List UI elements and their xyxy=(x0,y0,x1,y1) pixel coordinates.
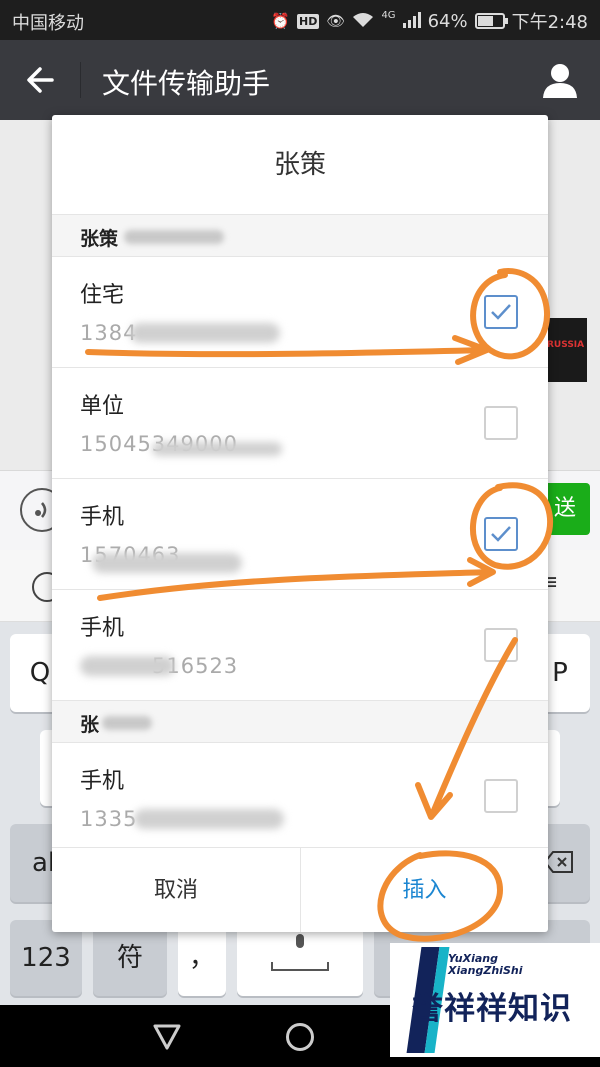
backspace-icon xyxy=(543,851,573,873)
logo-subtitle: YuXiang XiangZhiShi xyxy=(448,953,522,977)
phone-entry[interactable]: 手机 1570463 xyxy=(52,479,548,590)
nav-home-icon[interactable] xyxy=(286,1023,314,1051)
contact-name: 张策 xyxy=(80,228,119,250)
carrier-label: 中国移动 xyxy=(12,13,84,34)
phone-number: 1335 xyxy=(80,807,138,831)
entry-checkbox[interactable] xyxy=(484,628,518,662)
redacted-text xyxy=(152,442,282,456)
phone-type-label: 手机 xyxy=(80,616,125,641)
insert-contact-dialog: 张策 张策 住宅 1384 单位 15045349000 手机 1570463 … xyxy=(52,115,548,932)
signal-icon xyxy=(402,11,421,31)
clock: 下午2:48 xyxy=(511,12,588,33)
redacted-text xyxy=(124,230,224,244)
network-type-label: 4G xyxy=(381,10,396,21)
insert-button[interactable]: 插入 xyxy=(301,848,548,932)
eye-icon: 👁 xyxy=(326,11,346,30)
status-bar: 中国移动 ⏰ HD 👁 4G 64% 下午2:48 xyxy=(0,0,600,40)
cancel-button[interactable]: 取消 xyxy=(52,848,300,932)
contact-section-header: 张策 xyxy=(52,215,548,257)
phone-type-label: 手机 xyxy=(80,769,125,794)
phone-number: 1384 xyxy=(80,321,138,345)
alarm-icon: ⏰ xyxy=(271,11,291,30)
profile-icon[interactable] xyxy=(540,60,580,100)
phone-type-label: 手机 xyxy=(80,505,125,530)
redacted-text xyxy=(80,656,175,676)
phone-type-label: 住宅 xyxy=(80,283,125,308)
battery-level xyxy=(477,16,493,26)
checkmark-icon xyxy=(491,526,511,542)
space-mic-icon xyxy=(271,934,329,971)
phone-entry[interactable]: 单位 15045349000 xyxy=(52,368,548,479)
entry-checkbox[interactable] xyxy=(484,517,518,551)
contact-section-header: 张 xyxy=(52,701,548,743)
phone-type-label: 单位 xyxy=(80,394,125,419)
entry-checkbox[interactable] xyxy=(484,779,518,813)
redacted-text xyxy=(102,716,152,730)
redacted-text xyxy=(92,553,242,573)
status-icons: ⏰ HD 👁 4G 64% 下午2:48 xyxy=(271,8,588,34)
title-divider xyxy=(80,62,81,98)
back-arrow-icon[interactable] xyxy=(22,62,58,98)
battery-icon xyxy=(474,13,508,29)
phone-entry[interactable]: 住宅 1384 xyxy=(52,257,548,368)
logo-subtitle-line: XiangZhiShi xyxy=(448,964,523,977)
title-bar: 文件传输助手 xyxy=(0,40,600,120)
checkmark-icon xyxy=(491,304,511,320)
page-title: 文件传输助手 xyxy=(102,67,271,100)
redacted-text xyxy=(134,809,284,829)
image-message-thumbnail[interactable]: RUSSIA xyxy=(545,318,587,382)
nav-back-icon[interactable] xyxy=(152,1023,182,1051)
redacted-text xyxy=(130,323,280,343)
phone-entry[interactable]: 手机 1335 xyxy=(52,743,548,847)
thumbnail-art: RUSSIA xyxy=(547,340,585,350)
dialog-footer: 取消 插入 xyxy=(52,847,548,932)
watermark-logo: YuXiang XiangZhiShi 誉祥祥知识 xyxy=(390,943,600,1057)
phone-entry[interactable]: 手机 516523 xyxy=(52,590,548,701)
hd-icon: HD xyxy=(297,13,320,29)
entry-checkbox[interactable] xyxy=(484,406,518,440)
logo-text: 誉祥祥知识 xyxy=(412,991,572,1027)
entry-checkbox[interactable] xyxy=(484,295,518,329)
wifi-icon xyxy=(352,12,374,31)
dialog-title: 张策 xyxy=(52,115,548,215)
contact-name: 张 xyxy=(80,714,100,736)
battery-percent: 64% xyxy=(427,10,468,32)
